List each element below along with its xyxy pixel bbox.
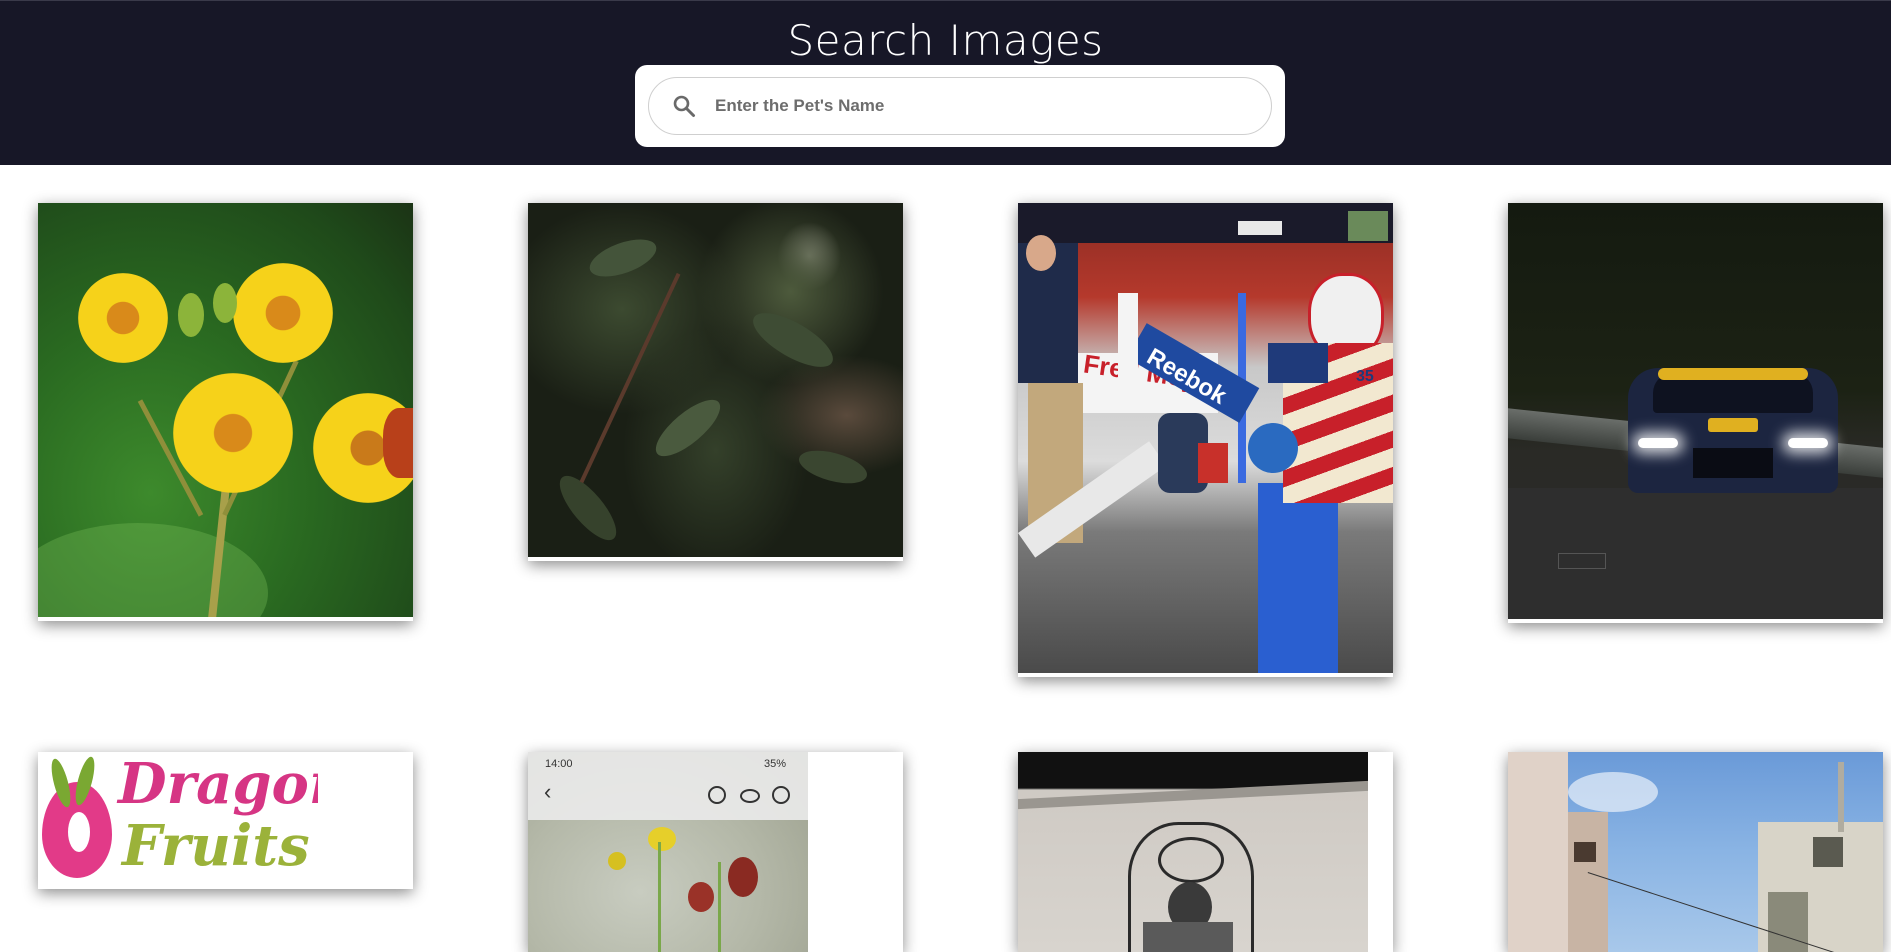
phone-screenshot-image[interactable]: 14:00 35% ‹ — [528, 752, 808, 952]
image-card[interactable]: Dragon Fruits — [38, 752, 413, 889]
image-card[interactable] — [528, 203, 903, 561]
status-time: 14:00 — [545, 758, 573, 770]
search-input[interactable] — [713, 95, 1257, 117]
status-battery: 35% — [764, 758, 787, 770]
image-card[interactable] — [1508, 752, 1883, 952]
search-card — [635, 65, 1285, 147]
ink-drawing-image[interactable] — [1018, 752, 1368, 952]
jersey-number: 35 — [1356, 368, 1374, 385]
header-bar: Search Images — [0, 0, 1891, 165]
image-card[interactable] — [1018, 752, 1393, 952]
image-card[interactable]: Fred Meyer 35 Reebok — [1018, 203, 1393, 677]
image-card[interactable] — [1508, 203, 1883, 623]
eye-icon[interactable] — [740, 789, 760, 803]
leaves-image[interactable] — [528, 203, 903, 557]
race-car-image[interactable] — [1508, 203, 1883, 619]
hockey-image[interactable]: Fred Meyer 35 Reebok — [1018, 203, 1393, 673]
search-box[interactable] — [648, 77, 1272, 135]
share-icon[interactable] — [772, 786, 790, 804]
edit-icon[interactable] — [708, 786, 726, 804]
buildings-image[interactable] — [1508, 752, 1883, 952]
logo-text-fruits: Fruits — [122, 813, 310, 879]
page-title: Search Images — [787, 16, 1104, 65]
image-card[interactable] — [38, 203, 413, 621]
flower-image[interactable] — [38, 203, 413, 617]
image-card[interactable]: 14:00 35% ‹ — [528, 752, 903, 952]
search-icon — [671, 93, 697, 119]
dragon-fruits-logo-image[interactable]: Dragon Fruits — [38, 752, 318, 889]
back-icon[interactable]: ‹ — [544, 781, 551, 803]
logo-text-dragon: Dragon — [118, 752, 318, 817]
